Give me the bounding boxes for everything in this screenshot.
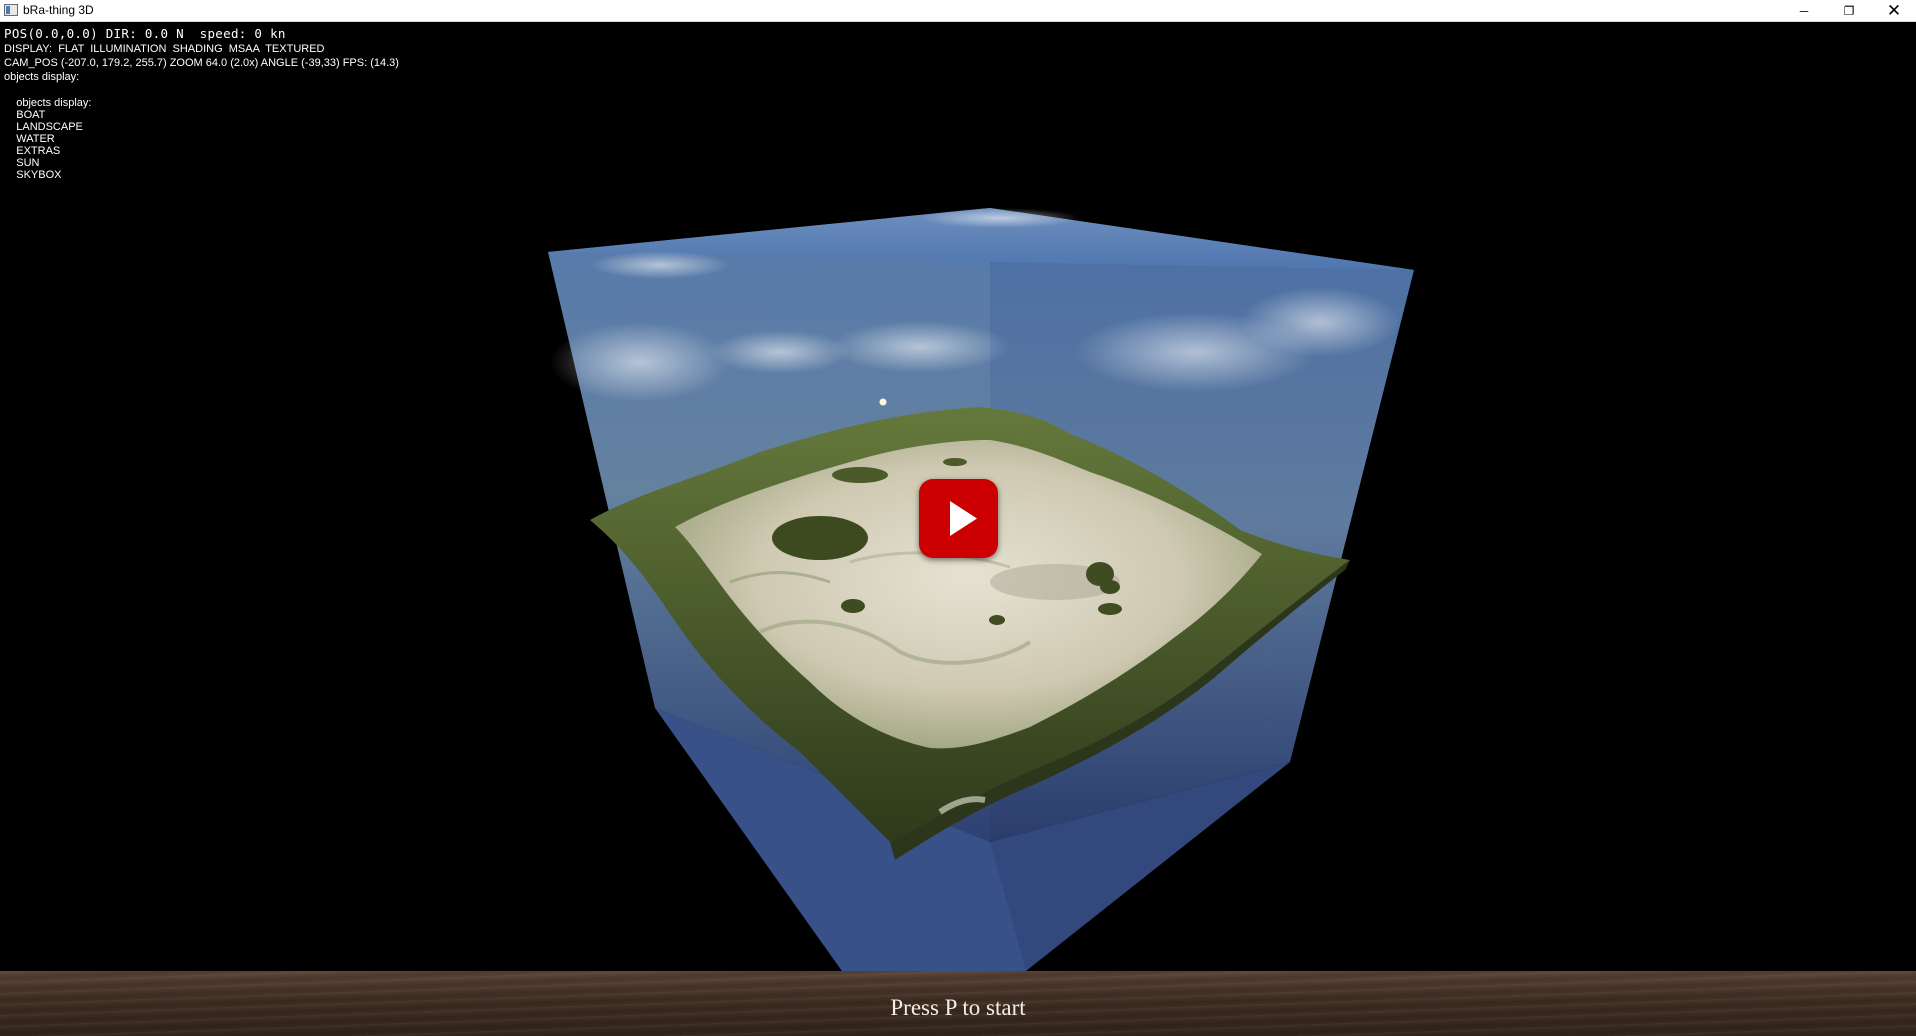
window-titlebar[interactable]: bRa-thing 3D ─ ❐ ✕ bbox=[0, 0, 1916, 22]
start-prompt: Press P to start bbox=[890, 995, 1026, 1020]
hud-objects-list: objects display: BOAT LANDSCAPE WATER EX… bbox=[4, 85, 107, 193]
object-sun: SUN bbox=[16, 157, 40, 169]
window-title: bRa-thing 3D bbox=[23, 3, 94, 17]
hud-position-line: POS(0.0,0.0) DIR: 0.0 N speed: 0 kn bbox=[4, 26, 286, 41]
app-icon bbox=[4, 4, 18, 16]
hud-camera-line: CAM_POS (-207.0, 179.2, 255.7) ZOOM 64.0… bbox=[4, 57, 399, 69]
hud-objects-line: objects display: bbox=[4, 71, 80, 83]
render-viewport[interactable]: POS(0.0,0.0) DIR: 0.0 N speed: 0 kn DISP… bbox=[0, 22, 1916, 1036]
object-extras: EXTRAS bbox=[16, 145, 61, 157]
object-boat: BOAT bbox=[16, 109, 46, 121]
play-button[interactable] bbox=[919, 479, 998, 558]
play-icon bbox=[950, 501, 977, 536]
object-water: WATER bbox=[16, 133, 55, 145]
restore-button[interactable]: ❐ bbox=[1827, 0, 1871, 21]
start-bar: Press P to start bbox=[0, 971, 1916, 1036]
hud-display-line: DISPLAY: FLAT ILLUMINATION SHADING MSAA … bbox=[4, 43, 325, 55]
objects-prefix: objects display: bbox=[16, 97, 92, 109]
object-landscape: LANDSCAPE bbox=[16, 121, 83, 133]
object-skybox: SKYBOX bbox=[16, 169, 62, 181]
minimize-button[interactable]: ─ bbox=[1782, 0, 1826, 21]
close-button[interactable]: ✕ bbox=[1872, 0, 1916, 21]
